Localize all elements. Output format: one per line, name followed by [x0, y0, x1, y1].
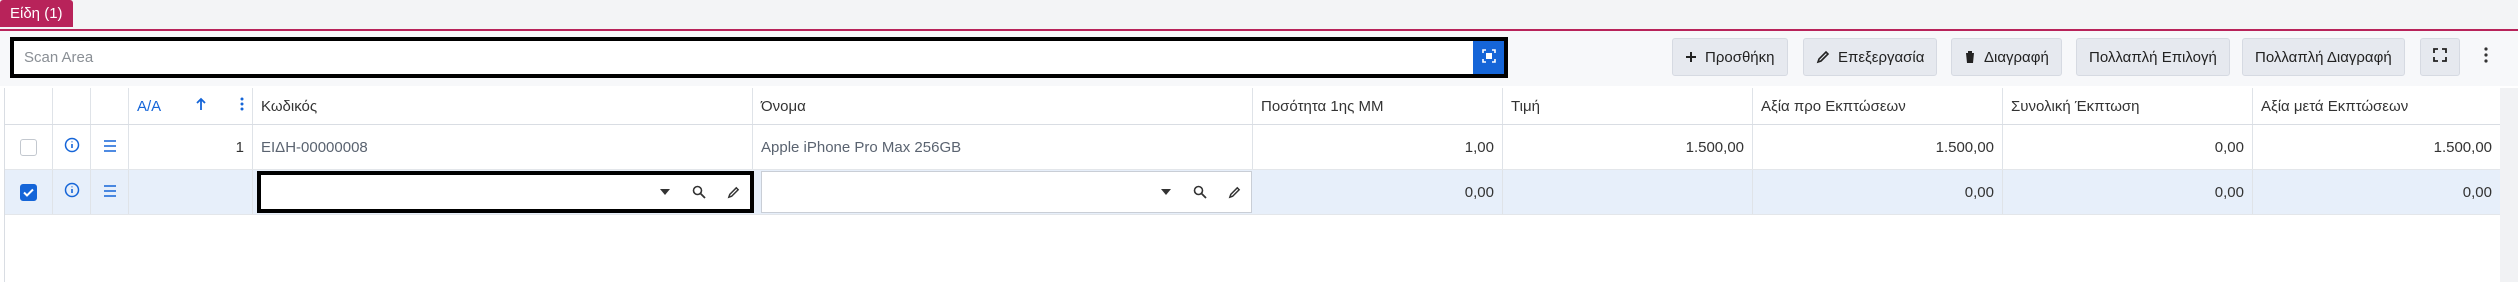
pencil-icon[interactable] [1217, 172, 1251, 212]
row-info-cell [53, 125, 91, 169]
header-aa[interactable]: Α/Α [129, 88, 253, 124]
header-info-cell [53, 88, 91, 124]
row-quantity: 1,00 [1253, 125, 1503, 169]
row-menu-cell [91, 125, 129, 169]
chevron-down-icon[interactable] [1149, 172, 1183, 212]
name-lookup-field [761, 171, 1252, 214]
info-icon[interactable] [64, 137, 80, 157]
delete-button[interactable]: Διαγραφή [1951, 38, 2062, 76]
header-quantity[interactable]: Ποσότητα 1ης ΜΜ [1253, 88, 1503, 124]
multi-delete-button-label: Πολλαπλή Διαγραφή [2255, 48, 2392, 66]
row-code[interactable]: ΕΙΔΗ-00000008 [253, 125, 753, 169]
header-value-after-discount[interactable]: Αξία μετά Εκπτώσεων [2253, 88, 2501, 124]
row-aa [129, 170, 253, 214]
edit-button[interactable]: Επεξεργασία [1803, 38, 1938, 76]
expand-button[interactable] [2420, 38, 2460, 76]
trash-icon [1964, 50, 1976, 64]
code-field-actions [648, 175, 750, 209]
barcode-scan-icon [1481, 48, 1496, 67]
column-menu-icon[interactable] [240, 97, 244, 115]
pencil-icon [1816, 50, 1830, 64]
add-button[interactable]: Προσθήκη [1672, 38, 1788, 76]
row-total-discount: 0,00 [2003, 125, 2253, 169]
header-price[interactable]: Τιμή [1503, 88, 1753, 124]
sort-ascending-icon[interactable] [195, 97, 206, 115]
row-aa: 1 [129, 125, 253, 169]
row-price[interactable] [1503, 170, 1753, 214]
more-options-button[interactable] [2476, 45, 2496, 69]
hamburger-menu-icon[interactable] [103, 184, 117, 201]
tab-items[interactable]: Είδη (1) [0, 0, 73, 27]
header-value-before-discount[interactable]: Αξία προ Εκπτώσεων [1753, 88, 2003, 124]
multi-select-button-label: Πολλαπλή Επιλογή [2089, 48, 2217, 66]
header-menu-cell [91, 88, 129, 124]
row-value-before-discount: 0,00 [1753, 170, 2003, 214]
name-field-actions [1149, 172, 1251, 212]
scan-area-input[interactable] [14, 41, 1481, 74]
edit-button-label: Επεξεργασία [1838, 48, 1925, 66]
row-value-before-discount: 1.500,00 [1753, 125, 2003, 169]
header-total-discount[interactable]: Συνολική Έκπτωση [2003, 88, 2253, 124]
row-total-discount: 0,00 [2003, 170, 2253, 214]
grid-header: Α/Α Κωδικός Όνομα Ποσότητα 1ης ΜΜ Τιμή Α… [5, 88, 2518, 125]
row-select-cell [5, 170, 53, 214]
items-grid: Α/Α Κωδικός Όνομα Ποσότητα 1ης ΜΜ Τιμή Α… [4, 88, 2518, 282]
chevron-down-icon[interactable] [648, 175, 682, 209]
table-row-editing[interactable]: 0,00 0,00 0,00 0,00 [5, 170, 2518, 215]
vertical-scrollbar[interactable] [2500, 88, 2518, 282]
table-row[interactable]: 1 ΕΙΔΗ-00000008 Apple iPhone Pro Max 256… [5, 125, 2518, 170]
hamburger-menu-icon[interactable] [103, 139, 117, 156]
row-value-after-discount: 1.500,00 [2253, 125, 2501, 169]
multi-delete-button[interactable]: Πολλαπλή Διαγραφή [2242, 38, 2405, 76]
scan-area [10, 37, 1508, 78]
delete-button-label: Διαγραφή [1984, 48, 2049, 66]
row-price: 1.500,00 [1503, 125, 1753, 169]
row-checkbox[interactable] [20, 138, 37, 156]
row-select-cell [5, 125, 53, 169]
pencil-icon[interactable] [716, 175, 750, 209]
search-icon[interactable] [1183, 172, 1217, 212]
header-name[interactable]: Όνομα [753, 88, 1253, 124]
row-quantity[interactable]: 0,00 [1253, 170, 1503, 214]
row-name[interactable]: Apple iPhone Pro Max 256GB [753, 125, 1253, 169]
header-aa-label: Α/Α [137, 97, 162, 115]
multi-select-button[interactable]: Πολλαπλή Επιλογή [2076, 38, 2230, 76]
add-button-label: Προσθήκη [1705, 48, 1775, 66]
scan-button[interactable] [1473, 41, 1504, 74]
name-input[interactable] [762, 172, 1126, 214]
expand-icon [2433, 48, 2447, 66]
header-code[interactable]: Κωδικός [253, 88, 753, 124]
info-icon[interactable] [64, 182, 80, 202]
row-info-cell [53, 170, 91, 214]
search-icon[interactable] [682, 175, 716, 209]
code-input[interactable] [261, 175, 625, 211]
code-lookup-field [257, 171, 754, 213]
row-menu-cell [91, 170, 129, 214]
tab-strip: Είδη (1) [0, 0, 2518, 31]
header-select-cell [5, 88, 53, 124]
more-vertical-icon [2484, 47, 2488, 67]
row-checkbox-checked[interactable] [20, 183, 37, 201]
plus-icon [1685, 51, 1697, 63]
row-value-after-discount: 0,00 [2253, 170, 2501, 214]
